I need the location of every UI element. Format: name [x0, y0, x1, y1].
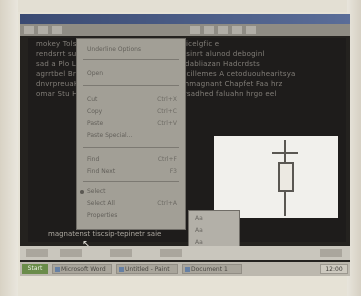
- menu-separator: [83, 181, 179, 182]
- menu-item-label: Copy: [87, 108, 103, 115]
- monitor-screen: mokey Tolsmou rendadhodugyuk Konsynicelg…: [20, 14, 350, 276]
- menu-item[interactable]: Underline Options: [87, 45, 177, 54]
- menu-item[interactable]: Select All Ctrl+A: [87, 199, 177, 208]
- menu-item[interactable]: Open: [87, 69, 177, 78]
- menu-item-label: Select: [87, 188, 106, 195]
- scroll-button[interactable]: [26, 249, 48, 257]
- status-cell: [60, 249, 82, 257]
- menu-item-label: Select All: [87, 200, 115, 207]
- status-cell: [110, 249, 132, 257]
- menu-item[interactable]: Cut Ctrl+X: [87, 95, 177, 104]
- app-icon: [55, 267, 60, 272]
- toolbar-button[interactable]: [52, 26, 62, 34]
- menu-item[interactable]: Paste Ctrl+V: [87, 119, 177, 128]
- menu-item-label: Open: [87, 70, 104, 77]
- horizontal-scrollbar[interactable]: [20, 246, 350, 260]
- app-icon: [185, 267, 190, 272]
- menu-item-label: Underline Options: [87, 46, 142, 53]
- photo-background-left: [0, 0, 18, 296]
- taskbar-button-label: Microsoft Word: [61, 266, 106, 273]
- taskbar-button-label: Untitled - Paint: [125, 266, 170, 273]
- taskbar-button[interactable]: Untitled - Paint: [116, 264, 178, 274]
- taskbar: Start Microsoft Word Untitled - Paint Do…: [20, 262, 350, 276]
- menu-item-label: Properties: [87, 212, 118, 219]
- menu-item[interactable]: Paste Special...: [87, 131, 177, 140]
- scroll-button[interactable]: [320, 249, 342, 257]
- toolbar-button[interactable]: [218, 26, 228, 34]
- menu-item[interactable]: Find Ctrl+F: [87, 155, 177, 164]
- toolbar-button[interactable]: [190, 26, 200, 34]
- context-menu: Underline Options Open Cut Ctrl+X Copy C…: [76, 38, 186, 230]
- menu-item-label: Find Next: [87, 168, 116, 175]
- menu-item[interactable]: Copy Ctrl+C: [87, 107, 177, 116]
- menu-item-shortcut: Ctrl+X: [157, 96, 177, 103]
- embedded-diagram[interactable]: [214, 136, 338, 218]
- menu-item-shortcut: Ctrl+C: [157, 108, 177, 115]
- submenu-item[interactable]: Aa: [195, 226, 235, 235]
- menu-item[interactable]: Properties: [87, 211, 177, 220]
- menu-item-shortcut: F3: [169, 168, 177, 175]
- toolbar: [20, 24, 350, 36]
- menu-item-label: Find: [87, 156, 100, 163]
- radio-bullet-icon: [80, 190, 84, 194]
- menu-item-shortcut: Ctrl+V: [157, 120, 177, 127]
- menu-item-shortcut: Ctrl+F: [157, 156, 177, 163]
- app-icon: [119, 267, 124, 272]
- submenu-item-label: Aa: [195, 215, 203, 222]
- menu-item-label: Cut: [87, 96, 98, 103]
- submenu-item[interactable]: Aa: [195, 214, 235, 223]
- diagram-resistor: [278, 162, 294, 192]
- toolbar-button[interactable]: [246, 26, 256, 34]
- start-button[interactable]: Start: [22, 264, 48, 274]
- window-titlebar[interactable]: [20, 14, 350, 24]
- status-cell: [160, 249, 182, 257]
- menu-item[interactable]: Select: [80, 187, 177, 196]
- toolbar-button[interactable]: [204, 26, 214, 34]
- menu-item-label: Paste: [87, 120, 104, 127]
- menu-item-shortcut: Ctrl+A: [157, 200, 177, 207]
- system-clock[interactable]: 12:00: [320, 264, 348, 274]
- hint-text: magnatenst tiscsip-tepinetr saie: [48, 230, 162, 238]
- toolbar-button[interactable]: [38, 26, 48, 34]
- menu-separator: [83, 147, 179, 148]
- submenu-item-label: Aa: [195, 227, 203, 234]
- menu-item[interactable]: Find Next F3: [87, 167, 177, 176]
- taskbar-button[interactable]: Microsoft Word: [52, 264, 112, 274]
- menu-separator: [83, 85, 179, 86]
- toolbar-button[interactable]: [232, 26, 242, 34]
- menu-separator: [83, 59, 179, 60]
- taskbar-button[interactable]: Document 1: [182, 264, 242, 274]
- toolbar-button[interactable]: [24, 26, 34, 34]
- taskbar-button-label: Document 1: [191, 266, 228, 273]
- photo-background-top: [0, 0, 361, 12]
- menu-item-label: Paste Special...: [87, 132, 133, 139]
